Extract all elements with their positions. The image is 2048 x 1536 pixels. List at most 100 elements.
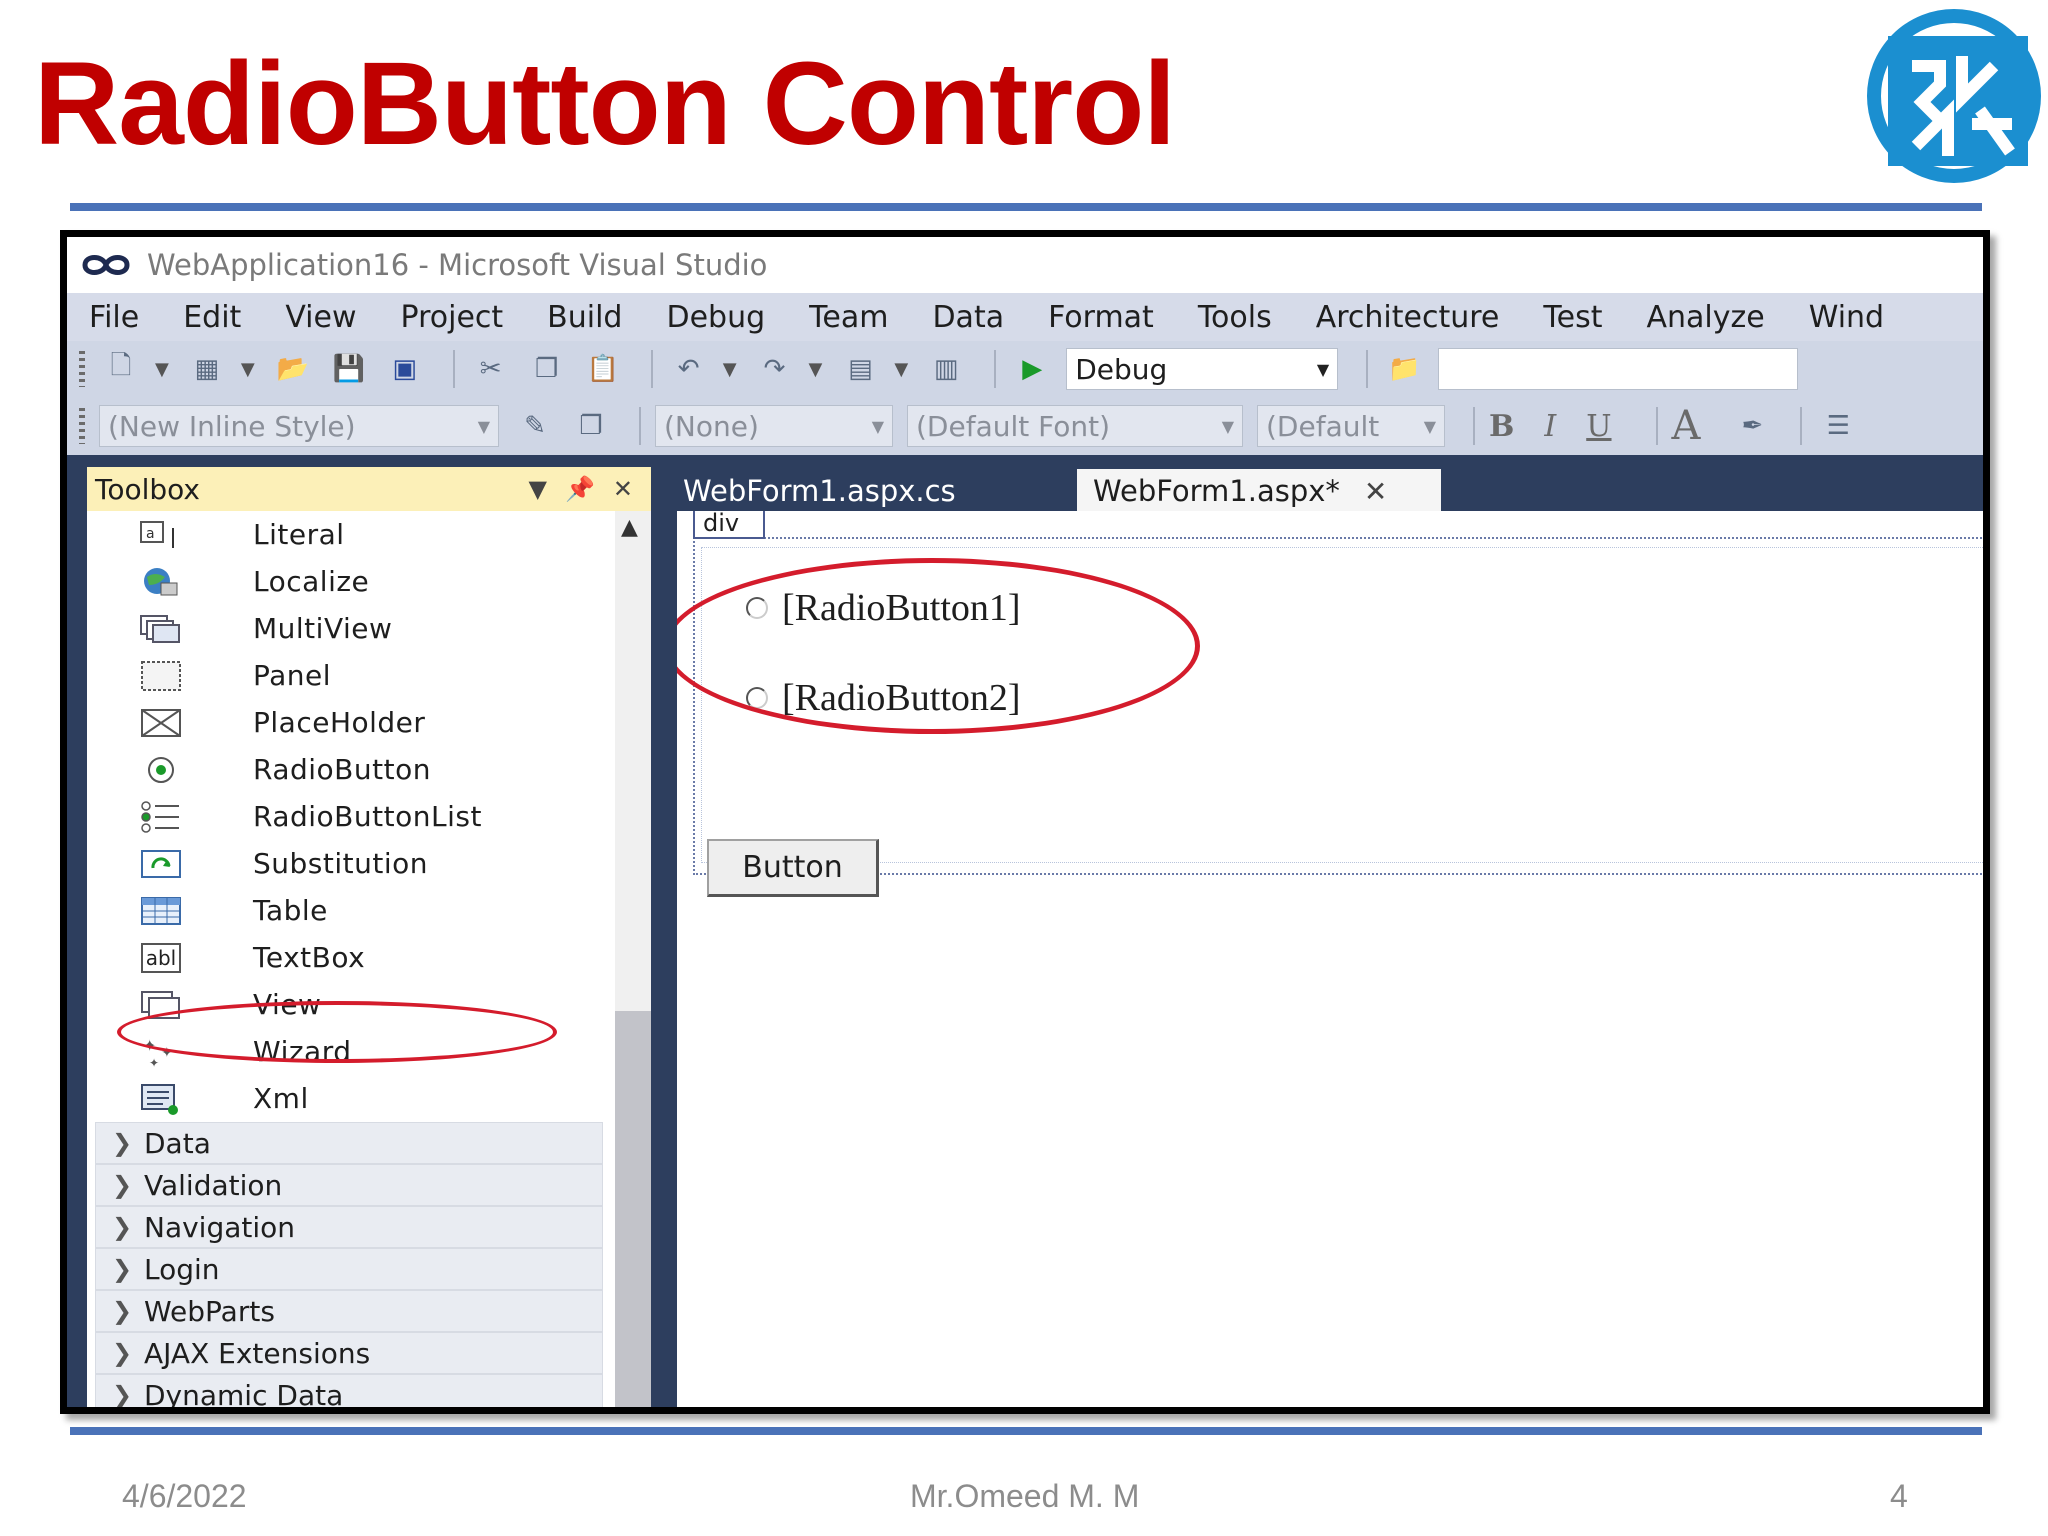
toolbar-grip[interactable] xyxy=(79,408,85,444)
paste-icon[interactable]: 📋 xyxy=(581,349,625,389)
div-tag-label[interactable]: div xyxy=(693,511,765,539)
toolbox-category-ajax-extensions[interactable]: ❯ AJAX Extensions xyxy=(95,1332,603,1374)
undo-dropdown-icon[interactable]: ▼ xyxy=(723,359,737,380)
design-surface[interactable]: div [RadioButton1] [RadioButton2] Button xyxy=(677,511,1983,1407)
new-project-icon[interactable]: 🗋 xyxy=(99,349,143,389)
menu-architecture[interactable]: Architecture xyxy=(1316,300,1500,335)
menu-tools[interactable]: Tools xyxy=(1198,300,1272,335)
solution-configuration-select[interactable]: Debug ▼ xyxy=(1066,348,1339,390)
menu-file[interactable]: File xyxy=(89,300,139,335)
toolbox-item-label: PlaceHolder xyxy=(253,706,426,739)
toolbox-category-label: WebParts xyxy=(144,1294,275,1328)
toolbox-category-label: Validation xyxy=(144,1168,283,1202)
undo-icon[interactable]: ↶ xyxy=(667,349,711,389)
menu-window[interactable]: Wind xyxy=(1809,300,1884,335)
toolbox-scrollbar[interactable]: ▲ xyxy=(615,511,651,1407)
toolbox-category-dynamic-data[interactable]: ❯ Dynamic Data xyxy=(95,1374,603,1407)
toolbox-item-panel[interactable]: Panel xyxy=(87,652,607,699)
menu-build[interactable]: Build xyxy=(547,300,622,335)
toolbox-category-webparts[interactable]: ❯ WebParts xyxy=(95,1290,603,1332)
font-size-select[interactable]: (Default ▼ xyxy=(1257,405,1445,447)
menu-debug[interactable]: Debug xyxy=(666,300,765,335)
menu-bar: File Edit View Project Build Debug Team … xyxy=(67,293,1983,341)
toolbox-category-validation[interactable]: ❯ Validation xyxy=(95,1164,603,1206)
toolbox-category-navigation[interactable]: ❯ Navigation xyxy=(95,1206,603,1248)
toolbox-item-label: Panel xyxy=(253,659,332,692)
redo-icon[interactable]: ↷ xyxy=(753,349,797,389)
radiobuttons-highlight-ellipse xyxy=(677,558,1200,734)
open-folder-icon[interactable]: 📂 xyxy=(271,349,315,389)
toolbox-item-label: Literal xyxy=(253,518,345,551)
footer-page-number: 4 xyxy=(1890,1478,1908,1514)
close-icon[interactable]: ✕ xyxy=(1364,475,1387,508)
new-website-dropdown-icon[interactable]: ▼ xyxy=(241,359,255,380)
toolbox-item-localize[interactable]: Localize xyxy=(87,558,607,605)
italic-button[interactable]: I xyxy=(1544,409,1556,444)
toolbox-header: Toolbox ▼ 📌 ✕ xyxy=(87,467,651,511)
tab-webform1-aspx-cs[interactable]: WebForm1.aspx.cs xyxy=(667,469,1037,513)
highlight-color-icon[interactable]: ✒ xyxy=(1730,406,1774,446)
chevron-up-icon[interactable]: ▲ xyxy=(621,515,638,540)
close-icon[interactable]: ✕ xyxy=(613,475,633,503)
find-in-files-icon[interactable]: 📁 xyxy=(1382,349,1426,389)
navigate-forward-icon[interactable]: ▥ xyxy=(924,349,968,389)
bold-button[interactable]: B xyxy=(1489,409,1514,444)
toolbox-item-radiobuttonlist[interactable]: RadioButtonList xyxy=(87,793,607,840)
toolbox-item-radiobutton[interactable]: RadioButton xyxy=(87,746,607,793)
toolbar-separator xyxy=(639,407,641,445)
pin-icon[interactable]: 📌 xyxy=(565,475,595,503)
font-name-select[interactable]: (Default Font) ▼ xyxy=(907,405,1243,447)
toolbox-category-label: Login xyxy=(144,1252,220,1286)
chevron-right-icon: ❯ xyxy=(112,1255,133,1283)
toolbox-item-substitution[interactable]: Substitution xyxy=(87,840,607,887)
attach-stylesheet-icon[interactable]: ❐ xyxy=(569,406,613,446)
menu-view[interactable]: View xyxy=(285,300,356,335)
chevron-right-icon: ❯ xyxy=(112,1297,133,1325)
literal-icon: a xyxy=(137,518,185,552)
toolbox-item-textbox[interactable]: abl TextBox xyxy=(87,934,607,981)
toolbox-category-label: AJAX Extensions xyxy=(144,1336,371,1370)
toolbox-category-data[interactable]: ❯ Data xyxy=(95,1122,603,1164)
navigate-back-icon[interactable]: ▤ xyxy=(838,349,882,389)
new-website-icon[interactable]: ▦ xyxy=(185,349,229,389)
menu-team[interactable]: Team xyxy=(809,300,888,335)
toolbox-item-literal[interactable]: a Literal xyxy=(87,511,607,558)
new-project-dropdown-icon[interactable]: ▼ xyxy=(155,359,169,380)
menu-data[interactable]: Data xyxy=(932,300,1004,335)
navigate-back-dropdown-icon[interactable]: ▼ xyxy=(894,359,908,380)
menu-test[interactable]: Test xyxy=(1543,300,1602,335)
visual-studio-infinity-icon xyxy=(82,255,130,275)
tab-webform1-aspx[interactable]: WebForm1.aspx* ✕ xyxy=(1077,469,1441,513)
toolbox-item-multiview[interactable]: MultiView xyxy=(87,605,607,652)
menu-edit[interactable]: Edit xyxy=(183,300,241,335)
save-icon[interactable]: 💾 xyxy=(327,349,371,389)
underline-button[interactable]: U xyxy=(1586,409,1611,444)
cut-icon[interactable]: ✂ xyxy=(469,349,513,389)
toolbox-options-dropdown-icon[interactable]: ▼ xyxy=(529,475,547,503)
copy-icon[interactable]: ❐ xyxy=(525,349,569,389)
textbox-icon: abl xyxy=(137,941,185,975)
chevron-down-icon: ▼ xyxy=(477,416,490,436)
tab-label: WebForm1.aspx.cs xyxy=(683,474,956,508)
save-all-icon[interactable]: ▣ xyxy=(383,349,427,389)
find-input[interactable] xyxy=(1438,348,1799,390)
toolbox-category-login[interactable]: ❯ Login xyxy=(95,1248,603,1290)
menu-analyze[interactable]: Analyze xyxy=(1646,300,1764,335)
redo-dropdown-icon[interactable]: ▼ xyxy=(809,359,823,380)
toolbox-item-xml[interactable]: Xml xyxy=(87,1075,607,1122)
toolbar-grip[interactable] xyxy=(79,351,85,387)
chevron-down-icon: ▼ xyxy=(1316,359,1330,379)
target-rule-select[interactable]: (None) ▼ xyxy=(655,405,893,447)
toolbox-scrollbar-thumb[interactable] xyxy=(615,1011,651,1407)
toolbox-item-table[interactable]: Table xyxy=(87,887,607,934)
menu-format[interactable]: Format xyxy=(1048,300,1154,335)
start-debug-icon[interactable]: ▶ xyxy=(1010,349,1054,389)
style-select[interactable]: (New Inline Style) ▼ xyxy=(99,405,499,447)
align-text-icon[interactable]: ☰ xyxy=(1816,406,1860,446)
asp-button-control[interactable]: Button xyxy=(707,839,879,897)
toolbox-item-placeholder[interactable]: PlaceHolder xyxy=(87,699,607,746)
style-application-icon[interactable]: ✎ xyxy=(513,406,557,446)
menu-project[interactable]: Project xyxy=(401,300,504,335)
university-logo-icon xyxy=(1867,9,2041,183)
font-color-button[interactable]: A xyxy=(1672,403,1701,449)
